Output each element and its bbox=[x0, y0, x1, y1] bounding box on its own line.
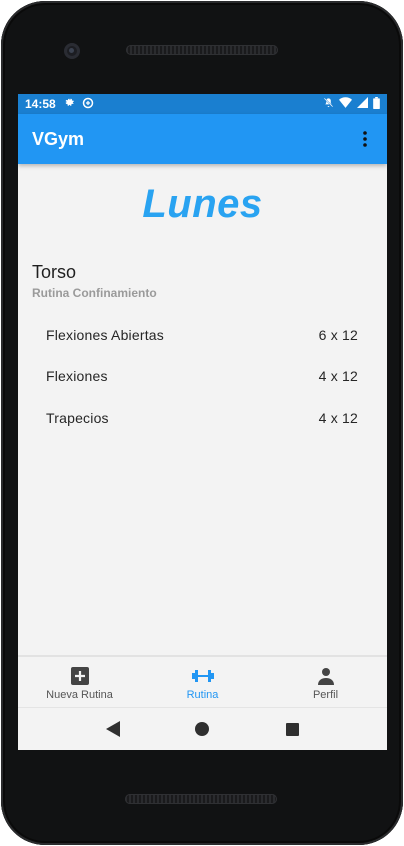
gear-icon bbox=[64, 97, 75, 111]
exercise-list: Flexiones Abiertas 6 x 12 Flexiones 4 x … bbox=[18, 314, 387, 439]
list-item[interactable]: Flexiones 4 x 12 bbox=[18, 356, 387, 398]
battery-icon bbox=[373, 96, 380, 112]
nav-label: Perfil bbox=[312, 689, 339, 701]
add-box-icon bbox=[70, 666, 89, 686]
data-saver-icon bbox=[82, 97, 94, 112]
exercise-sets: 6 x 12 bbox=[318, 326, 358, 343]
app-title: VGym bbox=[32, 128, 85, 149]
status-bar: 14:58 bbox=[18, 94, 387, 114]
recents-icon[interactable] bbox=[280, 717, 304, 741]
back-icon[interactable] bbox=[101, 717, 125, 741]
dumbbell-icon bbox=[191, 666, 214, 686]
exercise-sets: 4 x 12 bbox=[318, 409, 358, 426]
more-vert-icon[interactable] bbox=[357, 127, 373, 151]
bottom-navigation: Nueva Rutina Rutina Perfil bbox=[18, 655, 387, 707]
nav-item-perfil[interactable]: Perfil bbox=[264, 657, 387, 707]
signal-icon bbox=[357, 97, 368, 111]
nav-item-nueva-rutina[interactable]: Nueva Rutina bbox=[18, 657, 141, 707]
home-icon[interactable] bbox=[190, 717, 214, 741]
front-camera bbox=[64, 43, 80, 59]
earpiece-speaker bbox=[126, 45, 278, 55]
nav-label: Nueva Rutina bbox=[46, 689, 113, 701]
exercise-name: Trapecios bbox=[46, 409, 109, 426]
person-icon bbox=[317, 666, 335, 686]
wifi-icon bbox=[339, 97, 352, 111]
list-item[interactable]: Flexiones Abiertas 6 x 12 bbox=[18, 314, 387, 356]
exercise-name: Flexiones bbox=[46, 368, 108, 385]
list-item[interactable]: Trapecios 4 x 12 bbox=[18, 397, 387, 439]
nav-label: Rutina bbox=[186, 689, 219, 701]
routine-name: Torso bbox=[32, 262, 77, 282]
routine-subtitle: Rutina Confinamiento bbox=[32, 286, 157, 300]
exercise-sets: 4 x 12 bbox=[318, 368, 358, 385]
nav-item-rutina[interactable]: Rutina bbox=[141, 657, 264, 707]
silent-icon bbox=[323, 97, 334, 111]
app-bar: VGym bbox=[18, 114, 387, 164]
exercise-name: Flexiones Abiertas bbox=[46, 326, 164, 343]
bottom-speaker bbox=[125, 794, 277, 804]
system-navigation-bar bbox=[18, 707, 387, 750]
day-title: Lunes bbox=[142, 182, 263, 226]
status-right-icons bbox=[323, 96, 380, 112]
status-time: 14:58 bbox=[25, 97, 56, 111]
app-screen: 14:58 VGym Lunes Torso Rutina Confinamie… bbox=[18, 94, 387, 750]
